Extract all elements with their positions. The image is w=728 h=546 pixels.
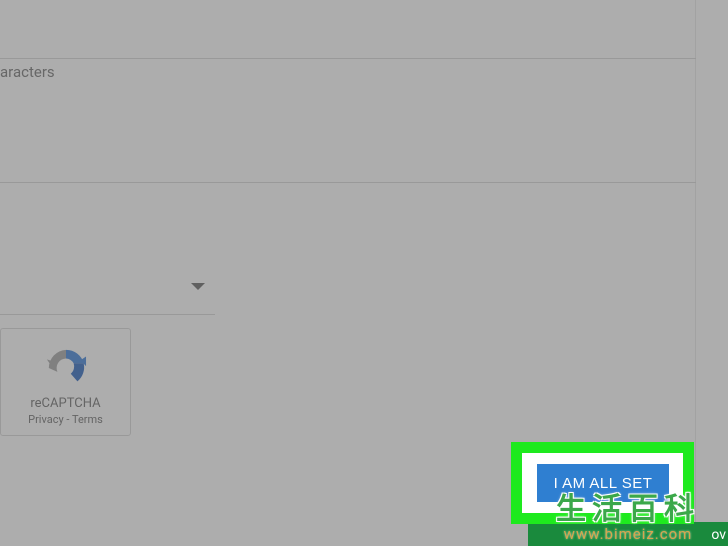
dropdown-field[interactable] xyxy=(0,285,215,303)
recaptcha-widget[interactable]: reCAPTCHA Privacy - Terms xyxy=(0,328,131,436)
chevron-down-icon xyxy=(191,283,205,290)
watermark-chinese: 生活百科 xyxy=(556,495,700,525)
input-underline-2[interactable] xyxy=(0,182,696,183)
recaptcha-icon xyxy=(45,347,87,389)
recaptcha-label: reCAPTCHA xyxy=(30,396,100,411)
password-helper-text: aracters xyxy=(0,63,55,81)
recaptcha-privacy-terms[interactable]: Privacy - Terms xyxy=(28,413,103,426)
watermark: 生活百科 www.bimeiz.com xyxy=(528,478,728,546)
watermark-domain: www.bimeiz.com xyxy=(564,525,693,543)
input-underline-1[interactable] xyxy=(0,58,696,59)
dropdown-underline xyxy=(0,314,215,315)
vertical-separator xyxy=(695,0,696,546)
